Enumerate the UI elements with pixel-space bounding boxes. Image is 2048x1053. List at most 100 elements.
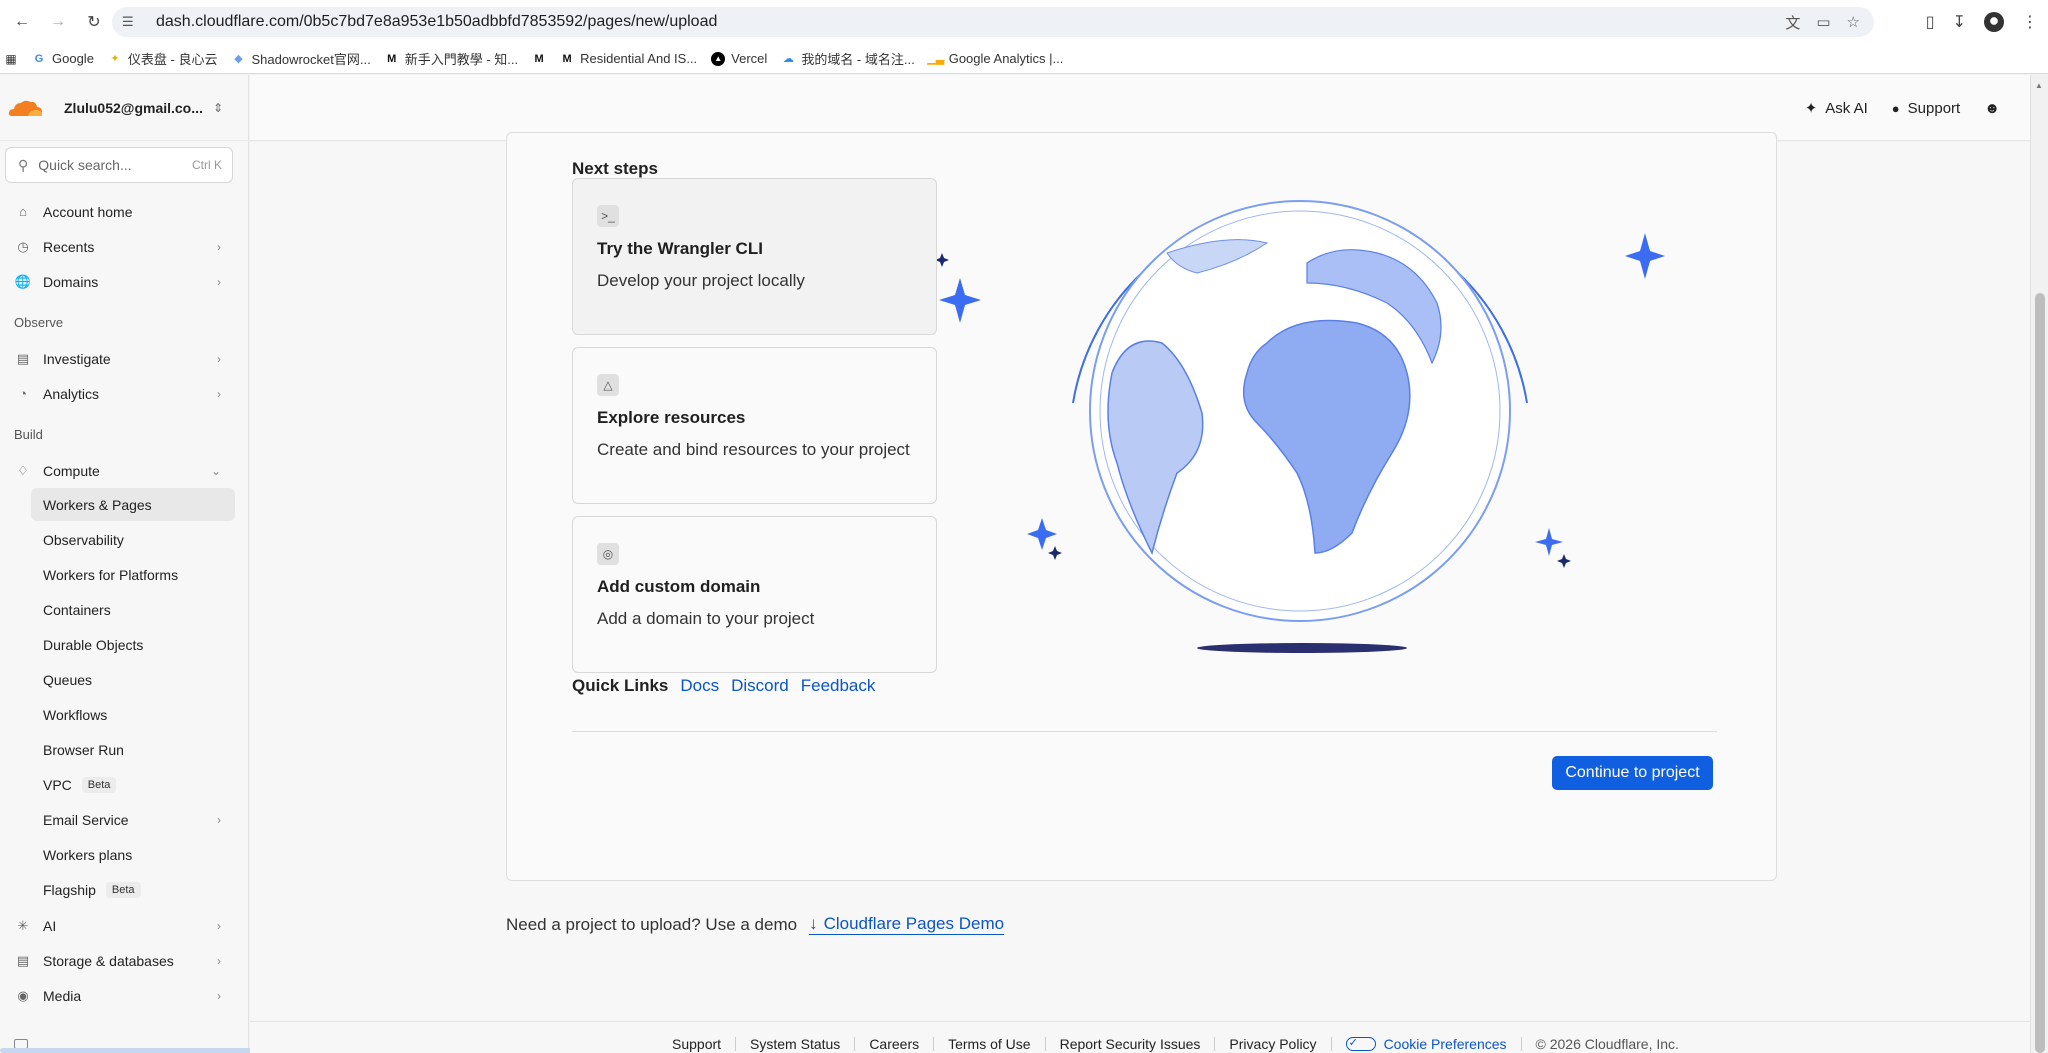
bookmark-domains[interactable]: ☁ 我的域名 - 域名注...	[781, 49, 915, 68]
bookmarks-bar: ▦ G Google ✦ 仪表盘 - 良心云 ◆ Shadowrocket官网... …	[0, 44, 2048, 74]
url-text[interactable]: dash.cloudflare.com/0b5c7bd7e8a953e1b50a…	[156, 13, 717, 31]
sidebar-item-browser-run[interactable]: Browser Run	[31, 733, 235, 766]
browser-toolbar: ← → ↻ ☰ dash.cloudflare.com/0b5c7bd7e8a9…	[0, 0, 2048, 44]
scroll-up-icon[interactable]: ▲	[2035, 81, 2043, 90]
bookmark-liangxinyun[interactable]: ✦ 仪表盘 - 良心云	[108, 49, 217, 68]
upload-success-card: Next steps >_ Try the Wrangler CLI Devel…	[506, 132, 1777, 881]
sidebar-item-ai[interactable]: ✳ AI ›	[0, 908, 249, 943]
cloudflare-logo	[8, 100, 43, 116]
step-card-domain[interactable]: ◎ Add custom domain Add a domain to your…	[572, 516, 937, 673]
bookmark-tutorial[interactable]: M 新手入門教學 - 知...	[385, 49, 518, 68]
download-icon[interactable]: ↧	[1953, 12, 1966, 32]
terminal-icon: >_	[597, 205, 619, 227]
sidebar-item-account-home[interactable]: ⌂ Account home	[0, 194, 249, 229]
pie-chart-icon: ◔	[19, 386, 27, 401]
sidebar: Zlulu052@gmail.co... ⇕ ⚲ Quick search...…	[0, 75, 420, 1053]
extensions-icon[interactable]: ▯	[1926, 12, 1935, 32]
analytics-icon: ▁▃	[927, 53, 945, 65]
account-switcher[interactable]: Zlulu052@gmail.co... ⇕	[0, 75, 249, 141]
profile-avatar[interactable]	[1984, 12, 2004, 32]
ask-ai-button[interactable]: ✦ Ask AI	[1805, 99, 1868, 118]
translate-icon[interactable]: 文	[1785, 12, 1800, 33]
sidebar-item-investigate[interactable]: ▤ Investigate ›	[0, 341, 249, 376]
chevron-right-icon: ›	[217, 918, 221, 933]
star-icon: ✦	[110, 53, 120, 65]
divider	[572, 731, 1717, 732]
google-icon: G	[34, 52, 44, 65]
footer-status-link[interactable]: System Status	[736, 1037, 856, 1051]
sidebar-item-media[interactable]: ◉ Media ›	[0, 978, 249, 1013]
sidebar-item-vpc[interactable]: VPC Beta	[31, 768, 235, 801]
address-bar[interactable]: ☰ dash.cloudflare.com/0b5c7bd7e8a953e1b5…	[112, 7, 1874, 37]
sidebar-item-workers-for-platforms[interactable]: Workers for Platforms	[31, 558, 235, 591]
bookmark-m-logo[interactable]: M	[532, 52, 546, 66]
bookmark-star-icon[interactable]: ☆	[1847, 13, 1860, 31]
chevron-right-icon: ›	[217, 239, 221, 254]
sidebar-item-domains[interactable]: 🌐 Domains ›	[0, 264, 249, 299]
user-icon: ☻	[1984, 99, 2000, 117]
site-info-icon[interactable]: ☰	[122, 14, 142, 30]
chevron-right-icon: ›	[217, 812, 221, 827]
beta-badge: Beta	[105, 881, 141, 898]
chevron-down-icon: ⌄	[210, 463, 221, 478]
footer-support-link[interactable]: Support	[658, 1037, 737, 1051]
database-icon: ▤	[16, 952, 30, 968]
sidebar-item-queues[interactable]: Queues	[31, 663, 235, 696]
sidebar-item-recents[interactable]: ◷ Recents ›	[0, 229, 249, 264]
account-email: Zlulu052@gmail.co...	[64, 99, 203, 116]
bookmark-vercel[interactable]: ▲ Vercel	[711, 51, 767, 66]
hierarchy-icon: △	[597, 374, 619, 396]
bookmark-google[interactable]: G Google	[32, 51, 94, 66]
reload-icon[interactable]: ↻	[80, 8, 108, 36]
m-logo-icon: M	[562, 52, 572, 65]
docs-link[interactable]: Docs	[680, 676, 719, 696]
apps-icon[interactable]: ▦	[4, 52, 18, 66]
sidebar-item-durable-objects[interactable]: Durable Objects	[31, 628, 235, 661]
support-button[interactable]: ● Support	[1892, 100, 1960, 117]
sidebar-item-observability[interactable]: Observability	[31, 523, 235, 556]
m-logo-icon: M	[534, 52, 544, 65]
sidebar-item-analytics[interactable]: ◔ Analytics ›	[0, 376, 249, 411]
discord-link[interactable]: Discord	[731, 676, 789, 696]
forward-icon[interactable]: →	[44, 8, 72, 36]
section-build: Build	[14, 427, 43, 442]
user-menu-button[interactable]: ☻	[1984, 100, 2000, 117]
sidebar-item-compute[interactable]: ♢ Compute ⌄	[0, 453, 249, 488]
copyright: © 2026 Cloudflare, Inc.	[1535, 1036, 1679, 1052]
clock-icon: ◷	[17, 238, 29, 254]
quick-links-label: Quick Links	[572, 676, 669, 695]
step-card-resources[interactable]: △ Explore resources Create and bind reso…	[572, 347, 937, 504]
menu-icon[interactable]: ⋮	[2022, 12, 2038, 32]
chevron-updown-icon: ⇕	[212, 100, 223, 115]
footer-privacy-link[interactable]: Privacy Policy	[1215, 1037, 1332, 1051]
beta-badge: Beta	[81, 776, 117, 793]
demo-download-link[interactable]: ↓ Cloudflare Pages Demo	[809, 914, 1005, 935]
bookmark-shadowrocket[interactable]: ◆ Shadowrocket官网...	[231, 49, 370, 68]
footer-careers-link[interactable]: Careers	[855, 1037, 935, 1051]
sidebar-item-flagship[interactable]: Flagship Beta	[31, 873, 235, 906]
bookmark-residential[interactable]: M Residential And IS...	[560, 51, 698, 66]
step-card-wrangler[interactable]: >_ Try the Wrangler CLI Develop your pro…	[572, 178, 937, 335]
back-icon[interactable]: ←	[8, 8, 36, 36]
install-app-icon[interactable]: ▭	[1816, 13, 1830, 31]
scrollbar-thumb[interactable]	[2035, 293, 2045, 1053]
footer-terms-link[interactable]: Terms of Use	[934, 1037, 1046, 1051]
globe-icon: 🌐	[14, 273, 32, 289]
feedback-link[interactable]: Feedback	[801, 676, 876, 696]
sidebar-item-workflows[interactable]: Workflows	[31, 698, 235, 731]
sidebar-item-workers-pages[interactable]: Workers & Pages	[31, 488, 235, 521]
bookmark-analytics[interactable]: ▁▃ Google Analytics |...	[927, 51, 1063, 66]
globe-icon: ◎	[597, 543, 619, 565]
cookie-preferences-link[interactable]: Cookie Preferences	[1332, 1036, 1522, 1051]
quick-search-input[interactable]: ⚲ Quick search... Ctrl K	[5, 147, 233, 183]
footer-security-link[interactable]: Report Security Issues	[1046, 1037, 1216, 1051]
sidebar-item-containers[interactable]: Containers	[31, 593, 235, 626]
search-shortcut: Ctrl K	[192, 158, 222, 172]
chevron-right-icon: ›	[217, 386, 221, 401]
sidebar-item-workers-plans[interactable]: Workers plans	[31, 838, 235, 871]
main-content: Next steps >_ Try the Wrangler CLI Devel…	[250, 132, 2030, 1022]
sidebar-item-email-service[interactable]: Email Service ›	[31, 803, 235, 836]
sidebar-item-storage[interactable]: ▤ Storage & databases ›	[0, 943, 249, 978]
page-scrollbar[interactable]: ▲	[2030, 75, 2048, 1053]
continue-to-project-button[interactable]: Continue to project	[1552, 756, 1713, 790]
